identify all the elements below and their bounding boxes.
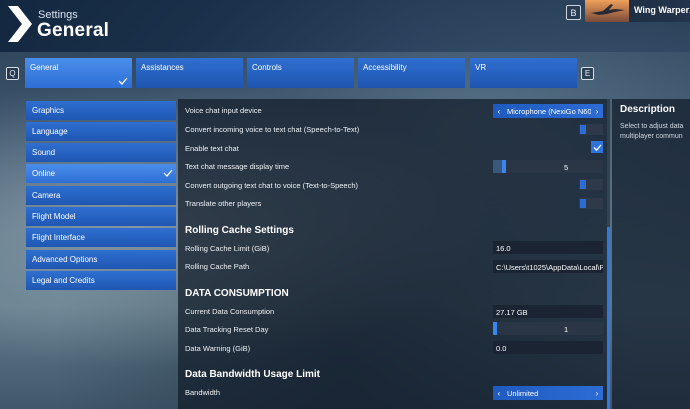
translate-players-label: Translate other players xyxy=(185,199,262,208)
description-title: Description xyxy=(620,104,676,115)
key-hint-b: B xyxy=(566,5,581,20)
toggle-knob xyxy=(580,180,586,189)
rolling-cache-path-input[interactable]: C:\Users\t1025\AppData\Local\Packages xyxy=(493,260,603,273)
sidebar-item-label: Graphics xyxy=(32,106,65,115)
chevron-right-icon[interactable]: › xyxy=(591,389,603,398)
speech-to-text-toggle[interactable] xyxy=(579,124,603,135)
data-warning-input[interactable]: 0.0 xyxy=(493,341,603,354)
checkmark-icon xyxy=(163,169,173,177)
toggle-knob xyxy=(580,125,586,134)
description-text: Select to adjust data multiplayer commun xyxy=(620,122,690,142)
slider-handle[interactable] xyxy=(493,322,497,335)
tab-label: General xyxy=(30,63,59,72)
sidebar-item-advanced-options[interactable]: Advanced Options xyxy=(26,250,176,269)
bandwidth-heading: Data Bandwidth Usage Limit xyxy=(185,369,321,380)
sidebar-item-label: Language xyxy=(32,127,68,136)
enable-text-chat-label: Enable text chat xyxy=(185,144,239,153)
tab-general[interactable]: General xyxy=(25,58,132,88)
back-chevron-icon[interactable] xyxy=(8,6,32,42)
tab-accessibility[interactable]: Accessibility xyxy=(358,58,465,88)
message-display-time-slider[interactable]: 5 xyxy=(493,160,603,173)
translate-players-toggle[interactable] xyxy=(579,198,603,209)
sidebar-item-graphics[interactable]: Graphics xyxy=(26,101,176,120)
voice-device-value: Microphone (NexiGo N60 FHD xyxy=(507,106,591,116)
reset-day-slider[interactable]: 1 xyxy=(493,322,603,335)
slider-value: 5 xyxy=(564,163,569,172)
chevron-right-icon[interactable]: › xyxy=(591,107,603,116)
current-data-value: 27.17 GB xyxy=(493,305,603,318)
text-to-speech-toggle[interactable] xyxy=(579,179,603,190)
profile-name: Wing Warper1 xyxy=(634,5,690,15)
voice-device-label: Voice chat input device xyxy=(185,106,262,115)
rolling-cache-heading: Rolling Cache Settings xyxy=(185,225,294,236)
sidebar-item-label: Online xyxy=(32,169,56,178)
scrollbar-thumb[interactable] xyxy=(607,227,610,409)
bandwidth-selector[interactable]: ‹ Unlimited › xyxy=(493,386,603,400)
settings-panel xyxy=(178,99,610,409)
chevron-left-icon[interactable]: ‹ xyxy=(493,389,505,398)
sidebar-item-legal-and-credits[interactable]: Legal and Credits xyxy=(26,271,176,290)
sidebar-item-language[interactable]: Language xyxy=(26,122,176,141)
speech-to-text-label: Convert incoming voice to text chat (Spe… xyxy=(185,125,360,134)
tab-label: Accessibility xyxy=(363,63,407,72)
sidebar-item-label: Camera xyxy=(32,191,61,200)
avatar xyxy=(585,0,629,22)
description-line: Select to adjust data xyxy=(620,123,684,130)
page-title: General xyxy=(37,20,110,41)
tab-assistances[interactable]: Assistances xyxy=(136,58,243,88)
checkmark-icon xyxy=(118,77,128,85)
tab-label: VR xyxy=(475,63,487,72)
sidebar-item-label: Sound xyxy=(32,148,56,157)
message-display-time-label: Text chat message display time xyxy=(185,162,290,171)
profile-card[interactable]: Wing Warper1 xyxy=(585,0,690,22)
data-warning-label: Data Warning (GiB) xyxy=(185,344,251,353)
rolling-cache-limit-label: Rolling Cache Limit (GiB) xyxy=(185,244,270,253)
data-consumption-heading: DATA CONSUMPTION xyxy=(185,288,289,299)
tab-vr[interactable]: VR xyxy=(470,58,577,88)
sidebar-item-label: Flight Model xyxy=(32,212,76,221)
toggle-knob xyxy=(580,199,586,208)
description-line: multiplayer commun xyxy=(620,133,683,140)
enable-text-chat-checkbox[interactable] xyxy=(591,141,603,153)
sidebar-item-flight-interface[interactable]: Flight Interface xyxy=(26,228,176,247)
sidebar-item-label: Legal and Credits xyxy=(32,276,95,285)
slider-handle[interactable] xyxy=(502,160,506,173)
sidebar-item-label: Advanced Options xyxy=(32,255,98,264)
sidebar-item-flight-model[interactable]: Flight Model xyxy=(26,207,176,226)
checkmark-icon xyxy=(593,143,602,151)
voice-device-selector[interactable]: ‹ Microphone (NexiGo N60 FHD › xyxy=(493,104,603,118)
description-panel xyxy=(612,99,690,409)
tab-label: Assistances xyxy=(141,63,184,72)
tab-controls[interactable]: Controls xyxy=(247,58,354,88)
reset-day-label: Data Tracking Reset Day xyxy=(185,325,269,334)
tab-label: Controls xyxy=(252,63,282,72)
rolling-cache-limit-input[interactable]: 16.0 xyxy=(493,241,603,254)
bandwidth-label: Bandwidth xyxy=(185,388,221,397)
slider-value: 1 xyxy=(564,325,569,334)
key-hint-q: Q xyxy=(6,67,19,80)
bandwidth-value: Unlimited xyxy=(507,388,539,398)
sidebar-item-camera[interactable]: Camera xyxy=(26,186,176,205)
sidebar-item-label: Flight Interface xyxy=(32,233,85,242)
chevron-left-icon[interactable]: ‹ xyxy=(493,107,505,116)
sidebar-item-sound[interactable]: Sound xyxy=(26,143,176,162)
rolling-cache-path-label: Rolling Cache Path xyxy=(185,262,250,271)
text-to-speech-label: Convert outgoing text chat to voice (Tex… xyxy=(185,181,359,190)
key-hint-e: E xyxy=(581,67,594,80)
current-data-label: Current Data Consumption xyxy=(185,307,275,316)
sidebar-item-online[interactable]: Online xyxy=(26,164,176,183)
